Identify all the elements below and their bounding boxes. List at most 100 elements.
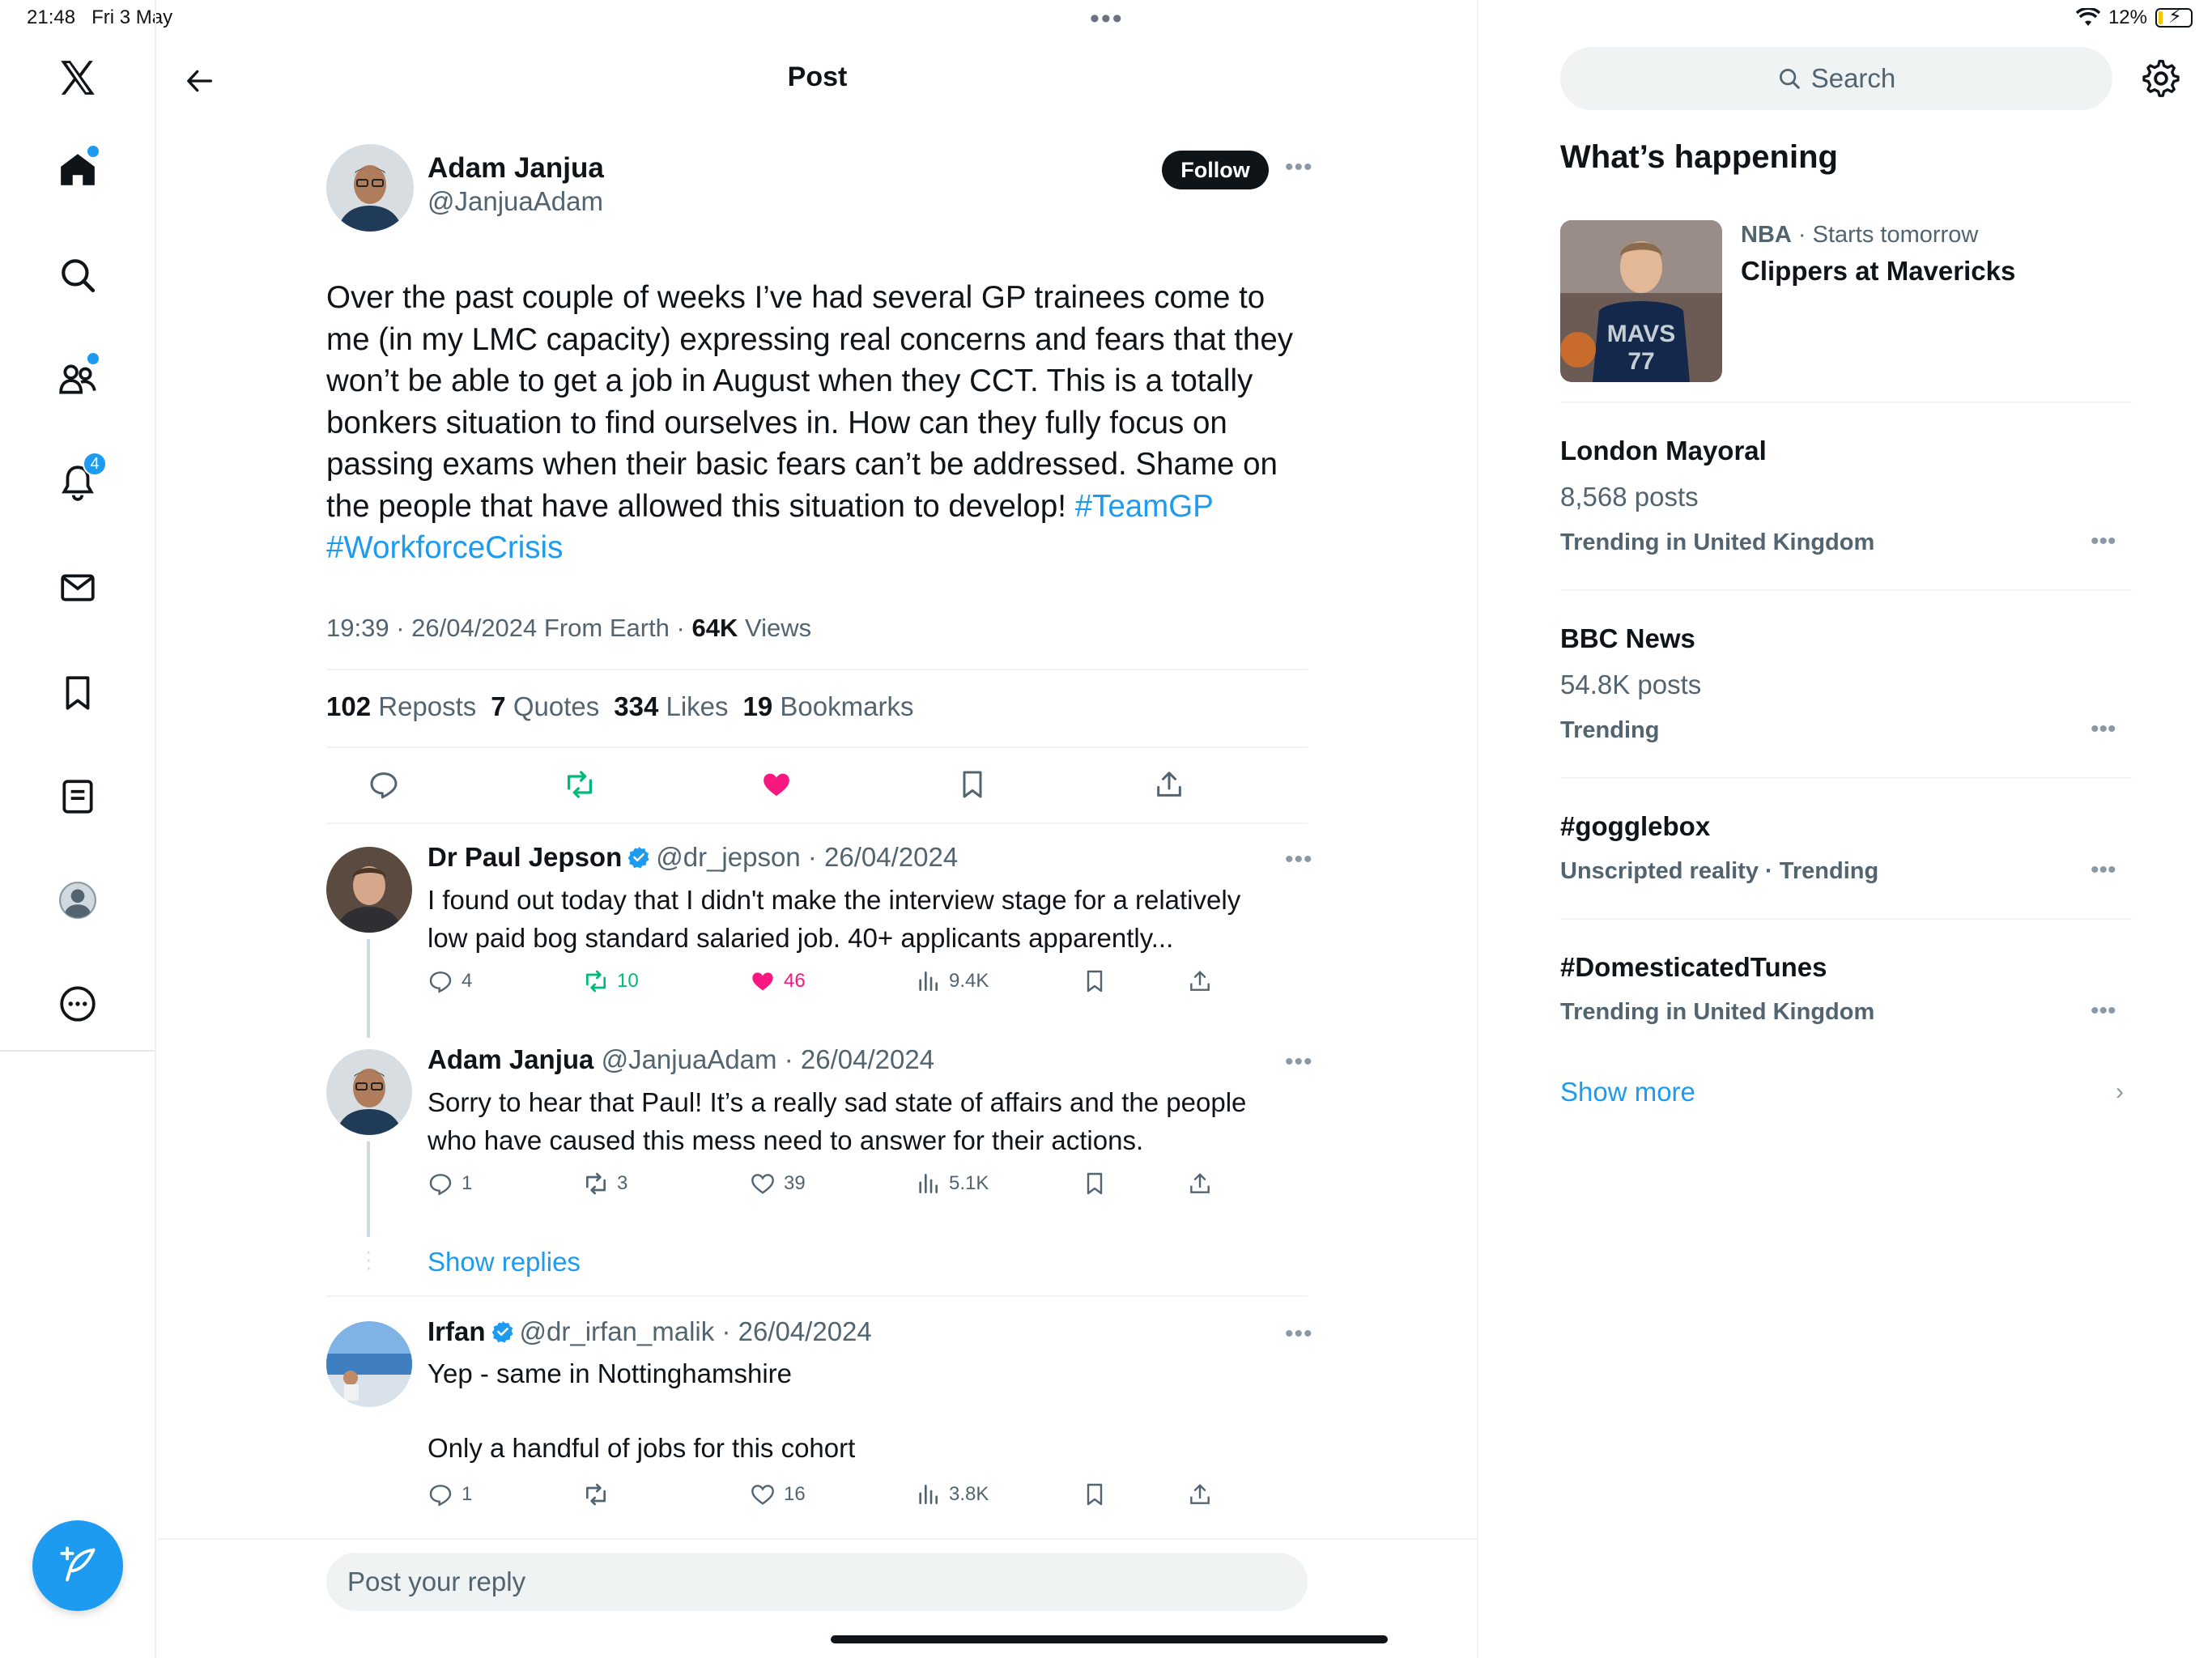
show-replies-link[interactable]: Show replies [428,1247,581,1278]
reply-icon[interactable]: 4 [428,968,472,994]
chevron-right-icon: › [2116,1078,2124,1105]
bookmark-icon[interactable] [1082,968,1108,994]
repost-icon[interactable]: 10 [583,968,639,994]
share-icon[interactable] [1187,1171,1213,1197]
like-icon[interactable]: 16 [750,1482,806,1507]
hashtag-teamgp[interactable]: #TeamGP [1075,489,1214,524]
quotes-stat[interactable]: 7 Quotes [491,691,599,722]
post-action-bar [326,753,1308,816]
reply-avatar[interactable] [326,847,412,933]
more-options-icon[interactable] [45,971,110,1036]
featured-trend-title[interactable]: Clippers at Mavericks [1741,256,2015,287]
trend-more-icon[interactable]: ••• [2091,716,2116,743]
communities-unread-dot [87,353,99,364]
reply-author-name[interactable]: Dr Paul Jepson [428,842,622,872]
thread-line [367,939,370,1038]
reply-icon[interactable]: 1 [428,1171,472,1197]
author-avatar[interactable] [326,144,414,232]
svg-text:77: 77 [1627,348,1654,375]
featured-trend-subtitle: NBA · Starts tomorrow [1741,222,1979,248]
trend-more-icon[interactable]: ••• [2091,997,2116,1025]
reply-input[interactable]: Post your reply [326,1553,1308,1611]
share-icon[interactable] [1187,1482,1213,1507]
trend-context: Trending [1560,717,1660,743]
compose-post-button[interactable] [32,1520,123,1611]
reply-author-handle[interactable]: @JanjuaAdam [602,1044,777,1074]
bookmarks-icon[interactable] [45,661,110,725]
x-logo-icon[interactable] [45,45,110,110]
search-bar[interactable]: Search [1560,47,2112,110]
author-name[interactable]: Adam Janjua [428,152,604,185]
reply-author-name[interactable]: Irfan [428,1316,486,1346]
views-icon[interactable]: 9.4K [915,968,989,994]
search-icon [1779,69,1800,89]
like-icon[interactable] [756,764,797,805]
reply-author-name[interactable]: Adam Janjua [428,1044,593,1074]
trend-more-icon[interactable]: ••• [2091,528,2116,555]
reply-action-bar: 1 16 3.8K [428,1482,1237,1514]
notifications-badge: 4 [83,452,107,476]
reply-author-handle[interactable]: @dr_irfan_malik [520,1316,715,1346]
home-icon[interactable] [45,138,110,202]
messages-icon[interactable] [45,555,110,620]
reply-text: Yep - same in Nottinghamshire Only a hand… [428,1358,856,1463]
main-column: Post Adam Janjua @JanjuaAdam Follow ••• … [158,0,1478,1658]
reply-header: Adam Janjua @JanjuaAdam · 26/04/2024 [428,1044,934,1075]
divider [1560,589,2132,591]
reply-text: I found out today that I didn't make the… [428,885,1241,953]
settings-gear-icon[interactable] [2141,58,2181,99]
repost-icon[interactable] [559,764,600,805]
follow-button[interactable]: Follow [1162,151,1269,189]
bookmark-icon[interactable] [1082,1482,1108,1507]
reply-action-bar: 1 3 39 5.1K [428,1171,1237,1203]
share-icon[interactable] [1187,968,1213,994]
post-text: Over the past couple of weeks I’ve had s… [326,277,1314,569]
divider [326,823,1308,824]
bookmark-icon[interactable] [952,764,993,805]
reply-date: · 26/04/2024 [807,842,959,872]
repost-icon[interactable] [583,1482,617,1507]
trend-more-icon[interactable]: ••• [2091,857,2116,884]
trend-title[interactable]: #DomesticatedTunes [1560,952,1827,983]
views-icon[interactable]: 5.1K [915,1171,989,1197]
reply-header: Dr Paul Jepson @dr_jepson · 26/04/2024 [428,842,958,873]
reply-text: Sorry to hear that Paul! It’s a really s… [428,1087,1247,1155]
author-handle[interactable]: @JanjuaAdam [428,186,603,217]
trend-title[interactable]: London Mayoral [1560,436,1767,466]
post-timestamp[interactable]: 19:39 · 26/04/2024 From Earth · [326,614,685,642]
home-indicator[interactable] [831,1635,1388,1643]
reply-more-icon[interactable]: ••• [1285,1320,1313,1348]
reply-date: · 26/04/2024 [721,1316,872,1346]
bookmarks-stat[interactable]: 19 Bookmarks [743,691,914,722]
profile-avatar-icon[interactable] [45,868,110,933]
notifications-icon[interactable]: 4 [45,450,110,515]
reply-author-handle[interactable]: @dr_jepson [656,842,800,872]
reply-icon[interactable]: 1 [428,1482,472,1507]
share-icon[interactable] [1149,764,1189,805]
lists-icon[interactable] [45,764,110,829]
repost-icon[interactable]: 3 [583,1171,627,1197]
like-icon[interactable]: 46 [750,968,806,994]
featured-trend-image[interactable]: MAVS 77 [1560,220,1722,382]
views-icon[interactable]: 3.8K [915,1482,989,1507]
reply-avatar[interactable] [326,1321,412,1407]
likes-stat[interactable]: 334 Likes [614,691,728,722]
hashtag-workforcecrisis[interactable]: #WorkforceCrisis [326,530,563,565]
trend-title[interactable]: #gogglebox [1560,811,1710,842]
like-icon[interactable]: 39 [750,1171,806,1197]
search-icon[interactable] [45,243,110,308]
reply-more-icon[interactable]: ••• [1285,1048,1313,1076]
bookmark-icon[interactable] [1082,1171,1108,1197]
divider [1560,777,2132,779]
reposts-stat[interactable]: 102 Reposts [326,691,476,722]
reply-action-bar: 4 10 46 9.4K [428,968,1237,1001]
reply-icon[interactable] [364,764,404,805]
trend-title[interactable]: BBC News [1560,623,1695,654]
show-more-link[interactable]: Show more [1560,1077,1695,1107]
reply-avatar[interactable] [326,1049,412,1135]
verified-badge-icon [491,1320,513,1343]
thread-line [367,1141,370,1237]
post-more-icon[interactable]: ••• [1285,154,1313,181]
reply-more-icon[interactable]: ••• [1285,846,1313,874]
communities-icon[interactable] [45,346,110,411]
